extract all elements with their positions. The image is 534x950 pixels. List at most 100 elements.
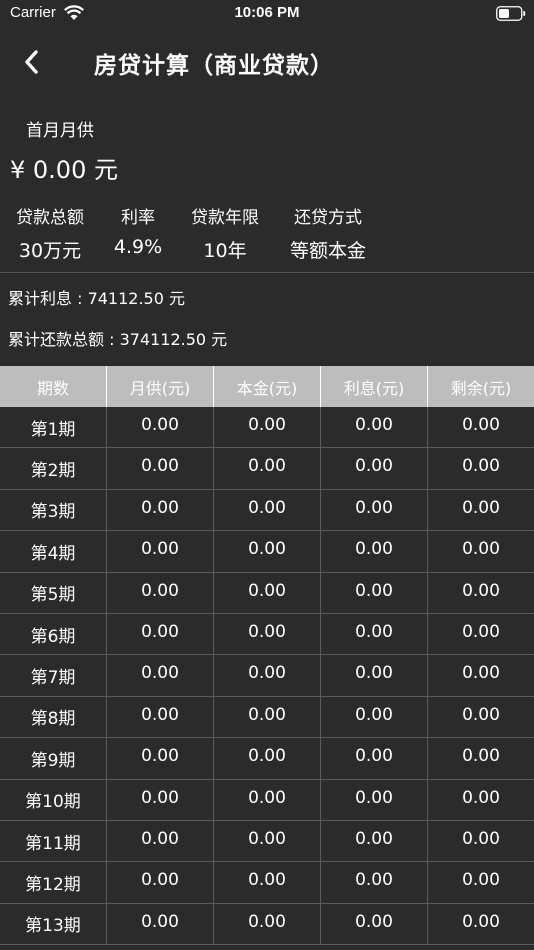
monthly-payment-cell: 0.00 — [107, 407, 214, 448]
monthly-payment-cell: 0.00 — [107, 820, 214, 862]
interest-cell: 0.00 — [321, 903, 428, 945]
interest-cell: 0.00 — [321, 820, 428, 862]
period-cell: 第7期 — [0, 655, 107, 696]
period-cell: 第2期 — [0, 448, 107, 489]
param-value: 等额本金 — [289, 240, 366, 262]
period-cell: 第6期 — [0, 613, 107, 655]
column-header-monthly: 月供(元) — [107, 366, 214, 407]
principal-cell: 0.00 — [214, 862, 321, 903]
page-title: 房贷计算（商业贷款） — [94, 53, 334, 79]
monthly-payment-cell: 0.00 — [107, 696, 214, 738]
column-header-principal: 本金(元) — [214, 366, 321, 407]
monthly-payment-cell: 0.00 — [107, 531, 214, 572]
monthly-payment-cell: 0.00 — [107, 779, 214, 820]
interest-cell: 0.00 — [321, 696, 428, 738]
table-row: 第6期 0.00 0.00 0.00 0.00 — [0, 613, 534, 656]
remaining-cell: 0.00 — [462, 704, 500, 725]
total-interest: 累计利息 : 74112.50 元 — [8, 289, 185, 308]
table-row: 第13期 0.00 0.00 0.00 0.00 — [0, 903, 534, 946]
param-value: 4.9% — [113, 236, 163, 258]
param-loan-amount: 贷款总额 30万元 — [12, 203, 88, 263]
principal-cell: 0.00 — [214, 572, 321, 613]
principal-cell: 0.00 — [214, 448, 321, 489]
interest-cell: 0.00 — [321, 407, 428, 448]
param-label: 还贷方式 — [294, 208, 362, 228]
param-label: 贷款年限 — [191, 208, 259, 228]
period-cell: 第13期 — [0, 903, 107, 945]
table-row: 第11期 0.00 0.00 0.00 0.00 — [0, 820, 534, 863]
principal-cell: 0.00 — [214, 407, 321, 448]
table-row: 第1期 0.00 0.00 0.00 0.00 — [0, 407, 534, 449]
interest-cell: 0.00 — [321, 448, 428, 489]
period-cell: 第1期 — [0, 407, 107, 448]
column-header-interest: 利息(元) — [321, 366, 428, 407]
param-value: 30万元 — [18, 240, 82, 262]
loan-summary: 首月月供 ¥ 0.00 元 贷款总额 30万元 利率 4.9% 贷款年限 10年… — [0, 96, 534, 272]
column-header-period: 期数 — [0, 366, 107, 407]
remaining-cell: 0.00 — [462, 787, 500, 808]
table-row: 第7期 0.00 0.00 0.00 0.00 — [0, 655, 534, 697]
period-cell: 第5期 — [0, 572, 107, 613]
principal-cell: 0.00 — [214, 903, 321, 945]
first-month-value: ¥ 0.00 元 — [10, 156, 118, 184]
principal-cell: 0.00 — [214, 613, 321, 655]
param-method: 还贷方式 等额本金 — [284, 203, 372, 263]
table-header: 期数 月供(元) 本金(元) 利息(元) 剩余(元) — [0, 366, 534, 407]
table-row: 第8期 0.00 0.00 0.00 0.00 — [0, 696, 534, 739]
period-cell: 第10期 — [0, 779, 107, 820]
interest-cell: 0.00 — [321, 779, 428, 820]
totals-section: 累计利息 : 74112.50 元 累计还款总额 : 374112.50 元 — [0, 273, 534, 366]
column-header-remaining: 剩余(元) — [450, 378, 512, 398]
param-label: 贷款总额 — [16, 208, 84, 228]
battery-icon — [496, 6, 526, 21]
first-month-label: 首月月供 — [26, 121, 94, 141]
interest-cell: 0.00 — [321, 738, 428, 779]
status-bar: Carrier 10:06 PM — [0, 0, 534, 28]
remaining-cell: 0.00 — [462, 415, 500, 435]
table-body: 第1期 0.00 0.00 0.00 0.00 第2期 0.00 0.00 0.00 0.00 第3… — [0, 407, 534, 946]
monthly-payment-cell: 0.00 — [107, 738, 214, 779]
monthly-payment-cell: 0.00 — [107, 489, 214, 531]
total-repayment: 累计还款总额 : 374112.50 元 — [8, 330, 228, 349]
table-row: 第12期 0.00 0.00 0.00 0.00 — [0, 862, 534, 904]
param-value: 10年 — [203, 240, 247, 262]
principal-cell: 0.00 — [214, 655, 321, 696]
interest-cell: 0.00 — [321, 862, 428, 903]
period-cell: 第4期 — [0, 531, 107, 572]
interest-cell: 0.00 — [321, 531, 428, 572]
remaining-cell: 0.00 — [462, 828, 500, 849]
back-button[interactable] — [20, 44, 54, 80]
param-term: 贷款年限 10年 — [186, 203, 264, 263]
period-cell: 第9期 — [0, 738, 107, 779]
table-row: 第10期 0.00 0.00 0.00 0.00 — [0, 779, 534, 821]
period-cell: 第8期 — [0, 696, 107, 738]
interest-cell: 0.00 — [321, 655, 428, 696]
monthly-payment-cell: 0.00 — [107, 613, 214, 655]
remaining-cell: 0.00 — [462, 870, 500, 891]
monthly-payment-cell: 0.00 — [107, 862, 214, 903]
principal-cell: 0.00 — [214, 738, 321, 779]
table-row: 第9期 0.00 0.00 0.00 0.00 — [0, 738, 534, 780]
monthly-payment-cell: 0.00 — [107, 572, 214, 613]
table-row: 第3期 0.00 0.00 0.00 0.00 — [0, 489, 534, 532]
interest-cell: 0.00 — [321, 572, 428, 613]
remaining-cell: 0.00 — [462, 580, 500, 601]
remaining-cell: 0.00 — [462, 746, 500, 767]
remaining-cell: 0.00 — [462, 497, 500, 518]
period-cell: 第3期 — [0, 489, 107, 531]
period-cell: 第12期 — [0, 862, 107, 903]
repayment-table: 期数 月供(元) 本金(元) 利息(元) 剩余(元) 第1期 0.00 0.00 0.… — [0, 366, 534, 946]
table-row: 第4期 0.00 0.00 0.00 0.00 — [0, 531, 534, 573]
monthly-payment-cell: 0.00 — [107, 903, 214, 945]
param-label: 利率 — [121, 208, 155, 228]
chevron-left-icon — [25, 50, 38, 74]
interest-cell: 0.00 — [321, 613, 428, 655]
principal-cell: 0.00 — [214, 531, 321, 572]
remaining-cell: 0.00 — [462, 621, 500, 642]
table-row: 第2期 0.00 0.00 0.00 0.00 — [0, 448, 534, 490]
remaining-cell: 0.00 — [462, 663, 500, 684]
clock: 10:06 PM — [234, 4, 300, 21]
table-row: 第5期 0.00 0.00 0.00 0.00 — [0, 572, 534, 614]
monthly-payment-cell: 0.00 — [107, 448, 214, 489]
param-rate: 利率 4.9% — [106, 203, 170, 258]
